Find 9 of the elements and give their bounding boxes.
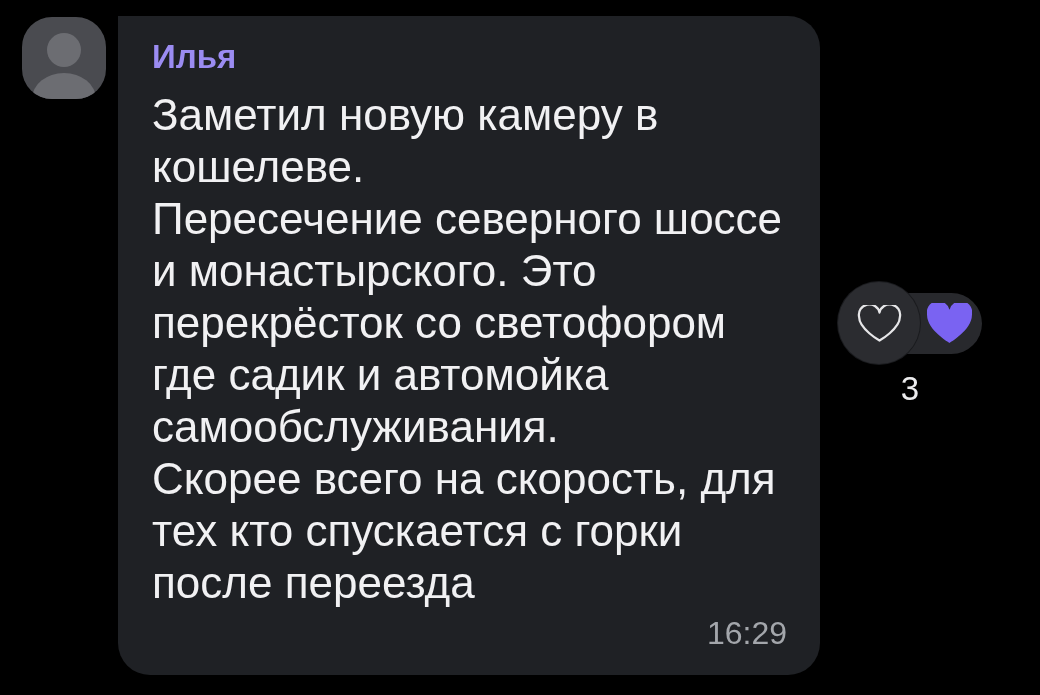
- reaction-count: 3: [900, 371, 920, 407]
- message-text: Заметил новую камеру в кошелеве.: [152, 89, 660, 193]
- heart-outline-icon: [856, 305, 902, 343]
- message-text: Пересечение северного шоссе и монастырского. Это перекрёсток со светофором где садик и автомойка самообслуживания.: [152, 193, 784, 453]
- heart-icon: [927, 303, 972, 343]
- avatar-icon[interactable]: [22, 17, 106, 99]
- message-text: Скорее всего на скорость, для тех кто спускается с горки после переезда: [152, 453, 777, 609]
- sender-name[interactable]: Илья: [152, 40, 237, 74]
- message-time: 16:29: [706, 618, 787, 648]
